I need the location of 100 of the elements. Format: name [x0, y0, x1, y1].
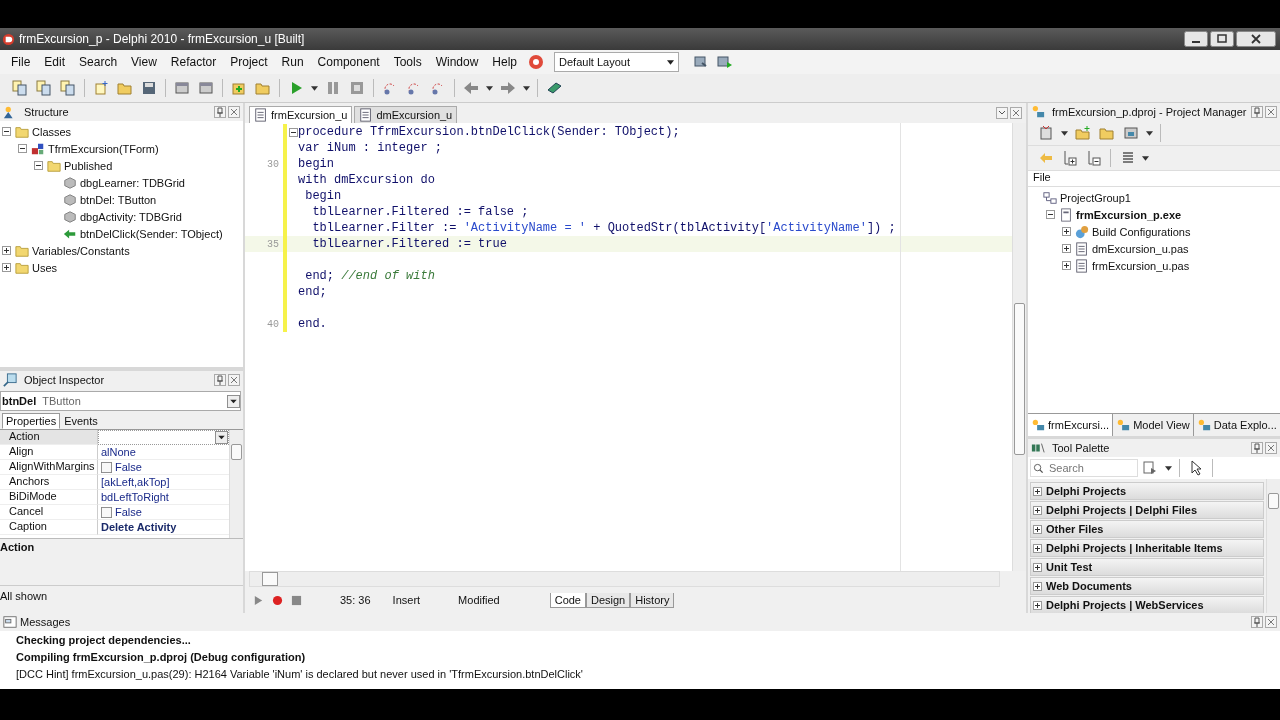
pin-icon[interactable] [1251, 616, 1263, 628]
menu-item[interactable]: Component [310, 53, 387, 71]
menu-item[interactable]: Edit [37, 53, 73, 71]
menu-item[interactable]: File [4, 53, 38, 71]
pin-icon[interactable] [1251, 106, 1263, 118]
expand-all-icon[interactable] [1062, 150, 1078, 166]
open-folder-icon[interactable] [1099, 125, 1115, 141]
new-file-icon[interactable] [93, 80, 109, 96]
close-icon[interactable] [1265, 106, 1277, 118]
palette-category[interactable]: Web Documents [1030, 577, 1264, 595]
pause-icon[interactable] [325, 80, 341, 96]
menu-item[interactable]: Help [485, 53, 525, 71]
stop-icon[interactable] [349, 80, 365, 96]
window-icon[interactable] [174, 80, 190, 96]
collapse-toggle[interactable] [1046, 210, 1055, 219]
panel-tab[interactable]: Model View [1113, 414, 1194, 436]
layout-run-icon[interactable] [717, 54, 734, 70]
tree-item[interactable]: btnDel: TButton [80, 193, 157, 206]
tree-item[interactable]: Uses [32, 261, 58, 274]
caret-icon[interactable] [1061, 130, 1068, 136]
pin-icon[interactable] [1251, 442, 1263, 454]
checkbox[interactable] [101, 506, 112, 518]
panel-tab[interactable]: frmExcursi... [1028, 414, 1114, 436]
object-selector[interactable]: btnDel TButton [0, 391, 241, 411]
caret-icon[interactable] [311, 85, 318, 91]
close-icon[interactable] [228, 374, 240, 386]
menu-item[interactable]: Run [274, 53, 311, 71]
close-button[interactable] [1236, 31, 1276, 47]
caret-icon[interactable] [523, 85, 530, 91]
files-icon[interactable] [12, 80, 28, 96]
property-name[interactable]: Cancel [0, 505, 98, 520]
expand-toggle[interactable] [2, 263, 11, 272]
collapse-toggle[interactable] [18, 144, 27, 153]
pin-icon[interactable] [214, 374, 226, 386]
save-icon[interactable] [141, 80, 157, 96]
message-line[interactable]: Checking project dependencies... [0, 631, 1280, 648]
palette-category[interactable]: Unit Test [1030, 558, 1264, 576]
activate-icon[interactable] [1038, 125, 1054, 141]
stop-icon[interactable] [291, 594, 302, 606]
maximize-button[interactable] [1210, 31, 1234, 47]
panel-tab[interactable]: Data Explo... [1193, 414, 1280, 436]
property-name[interactable]: Align [0, 445, 98, 460]
forward-arrow-icon[interactable] [500, 80, 516, 96]
palette-category[interactable]: Other Files [1030, 520, 1264, 538]
close-icon[interactable] [1010, 107, 1022, 119]
tree-item[interactable]: Published [64, 159, 113, 172]
palette-category[interactable]: Delphi Projects | Delphi Files [1030, 501, 1264, 519]
property-name[interactable]: AlignWithMargins [0, 460, 98, 475]
scrollbar[interactable] [1266, 479, 1280, 613]
property-name[interactable]: BiDiMode [0, 490, 98, 505]
inspector-tab[interactable]: Properties [2, 413, 61, 429]
menu-item[interactable]: Window [428, 53, 486, 71]
globe-icon[interactable] [528, 54, 545, 70]
message-line[interactable]: [DCC Hint] frmExcursion_u.pas(29): H2164 Variable 'iNum' is declared but never used in 'TfrmExcursion.btnDelClick' [0, 665, 1280, 682]
editor-tab[interactable]: frmExcursion_u [249, 106, 353, 123]
new-folder-icon[interactable] [1075, 125, 1091, 141]
tree-item[interactable]: Build Configurations [1092, 225, 1191, 238]
editor-tab[interactable]: dmExcursion_u [354, 106, 458, 123]
menu-item[interactable]: Search [72, 53, 125, 71]
collapse-all-icon[interactable] [1086, 150, 1102, 166]
tree-item[interactable]: frmExcursion_p.exe [1076, 208, 1182, 221]
pointer-icon[interactable] [1188, 460, 1204, 476]
files-icon[interactable] [60, 80, 76, 96]
expand-toggle[interactable] [1062, 261, 1071, 270]
view-tab[interactable]: Design [586, 592, 631, 608]
property-dropdown[interactable] [98, 430, 229, 445]
caret-icon[interactable] [1142, 155, 1149, 161]
caret-icon[interactable] [1146, 130, 1153, 136]
window-icon[interactable] [198, 80, 214, 96]
filter-icon[interactable] [1142, 460, 1158, 476]
book-icon[interactable] [546, 80, 562, 96]
palette-category[interactable]: Delphi Projects [1030, 482, 1264, 500]
property-name[interactable]: Anchors [0, 475, 98, 490]
close-icon[interactable] [1265, 616, 1277, 628]
files-icon[interactable] [36, 80, 52, 96]
tree-item[interactable]: dbgLearner: TDBGrid [80, 176, 185, 189]
tree-item[interactable]: dbgActivity: TDBGrid [80, 210, 182, 223]
menu-item[interactable]: Refactor [163, 53, 224, 71]
tree-item[interactable]: frmExcursion_u.pas [1092, 259, 1190, 272]
add-file-icon[interactable] [231, 80, 247, 96]
palette-category[interactable]: Delphi Projects | Inheritable Items [1030, 539, 1264, 557]
column-header[interactable]: File [1033, 171, 1051, 183]
tree-item[interactable]: dmExcursion_u.pas [1092, 242, 1189, 255]
back-arrow-icon[interactable] [463, 80, 479, 96]
search-field[interactable]: Search [1030, 459, 1138, 477]
expand-toggle[interactable] [1062, 227, 1071, 236]
open-folder-icon[interactable] [255, 80, 271, 96]
view-tab[interactable]: Code [549, 592, 586, 608]
tree-item[interactable]: TfrmExcursion(TForm) [48, 142, 159, 155]
view-tab[interactable]: History [630, 592, 675, 608]
close-icon[interactable] [228, 106, 240, 118]
fold-toggle[interactable] [289, 127, 298, 137]
dropdown-icon[interactable] [996, 107, 1008, 119]
menu-item[interactable]: Tools [386, 53, 429, 71]
property-name[interactable]: Action [0, 430, 98, 445]
checkbox[interactable] [101, 461, 112, 473]
menu-item[interactable]: View [124, 53, 164, 71]
window-icon[interactable] [1123, 125, 1139, 141]
inspector-tab[interactable]: Events [60, 413, 102, 429]
expand-toggle[interactable] [2, 246, 11, 255]
